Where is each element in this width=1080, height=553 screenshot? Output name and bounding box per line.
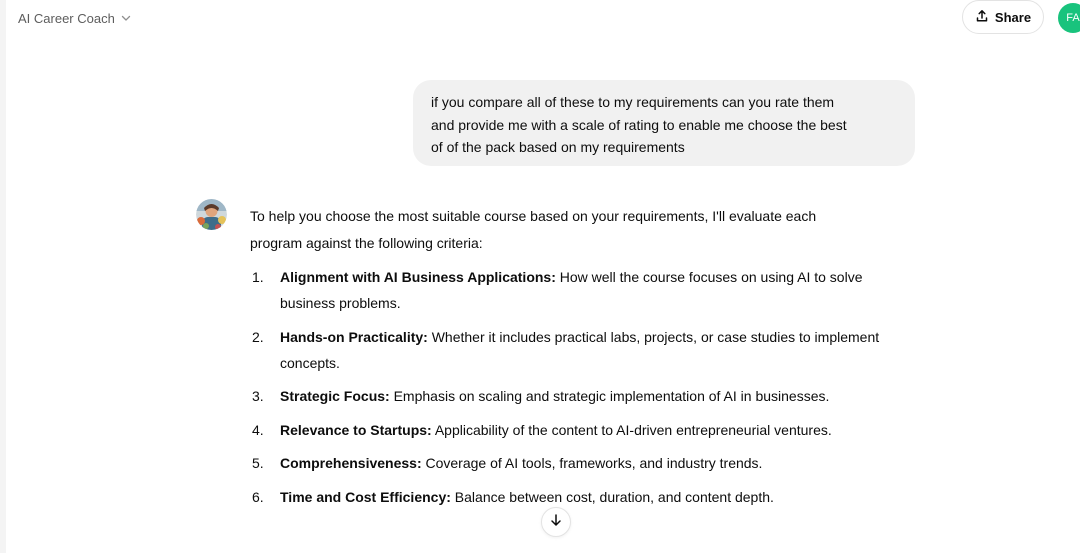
criteria-number: 4. — [252, 421, 264, 438]
user-message-line: if you compare all of these to my requir… — [431, 94, 835, 110]
share-button[interactable]: Share — [962, 0, 1044, 34]
criteria-item: 3. Strategic Focus: Emphasis on scaling … — [250, 383, 920, 409]
criteria-text: Applicability of the content to AI-drive… — [434, 421, 832, 438]
user-avatar[interactable]: FA — [1058, 3, 1080, 33]
criteria-title: Hands-on Practicality: — [280, 328, 428, 345]
model-name: AI Career Coach — [18, 10, 115, 26]
user-message-line: of of the pack based on my requirements — [431, 139, 685, 155]
assistant-message: To help you choose the most suitable cou… — [250, 203, 920, 517]
criteria-number: 5. — [252, 455, 264, 471]
criteria-title: Relevance to Startups: — [280, 421, 432, 438]
criteria-text: Coverage of AI tools, frameworks, and in… — [425, 455, 763, 471]
chat-header: AI Career Coach Share FA — [6, 0, 1080, 36]
criteria-item: 4. Relevance to Startups: Applicability … — [250, 417, 920, 443]
user-message-line: and provide me with a scale of rating to… — [431, 116, 847, 133]
criteria-text: Balance between cost, duration, and cont… — [454, 488, 774, 505]
share-label: Share — [994, 9, 1032, 25]
scroll-to-bottom-button[interactable] — [541, 507, 571, 537]
assistant-avatar — [196, 199, 227, 230]
arrow-down-icon — [549, 513, 563, 532]
sidebar-edge — [0, 0, 6, 553]
criteria-title: Time and Cost Efficiency: — [280, 488, 451, 505]
criteria-number: 1. — [252, 269, 264, 285]
assistant-intro: To help you choose the most suitable cou… — [250, 203, 920, 256]
intro-line: program against the following criteria: — [250, 234, 483, 251]
criteria-item: 1. Alignment with AI Business Applicatio… — [250, 264, 920, 316]
criteria-item: 6. Time and Cost Efficiency: Balance bet… — [250, 484, 920, 510]
chevron-down-icon — [120, 12, 132, 24]
intro-line: To help you choose the most suitable cou… — [250, 208, 817, 224]
criteria-item: 2. Hands-on Practicality: Whether it inc… — [250, 324, 920, 376]
criteria-text: Emphasis on scaling and strategic implem… — [393, 388, 830, 404]
criteria-title: Alignment with AI Business Applications: — [280, 269, 556, 285]
criteria-title: Strategic Focus: — [280, 388, 390, 404]
criteria-item: 5. Comprehensiveness: Coverage of AI too… — [250, 450, 920, 476]
model-switcher[interactable]: AI Career Coach — [18, 8, 132, 28]
criteria-number: 6. — [252, 488, 264, 505]
user-message: if you compare all of these to my requir… — [413, 80, 915, 166]
criteria-number: 3. — [252, 388, 264, 404]
share-icon — [975, 9, 989, 26]
criteria-title: Comprehensiveness: — [280, 455, 422, 471]
criteria-list: 1. Alignment with AI Business Applicatio… — [250, 264, 920, 510]
criteria-number: 2. — [252, 328, 264, 345]
